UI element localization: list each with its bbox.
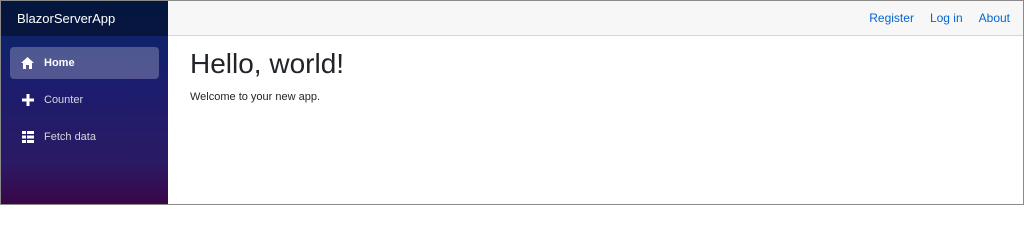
brand-bar: BlazorServerApp <box>1 1 168 36</box>
sidebar-item-counter[interactable]: Counter <box>10 84 159 116</box>
sidebar-item-fetch-data[interactable]: Fetch data <box>10 121 159 153</box>
top-row: Register Log in About <box>168 1 1023 36</box>
sidebar-nav: Home Counter Fetch data <box>1 36 168 158</box>
login-link[interactable]: Log in <box>930 11 963 25</box>
plus-icon <box>21 94 34 107</box>
welcome-text: Welcome to your new app. <box>190 91 321 103</box>
sidebar: BlazorServerApp Home Counter Fetch data <box>1 1 168 204</box>
home-icon <box>21 57 34 70</box>
content: Hello, world! Welcome to your new app. <box>168 36 1023 103</box>
register-link[interactable]: Register <box>869 11 914 25</box>
sidebar-item-label: Counter <box>44 94 84 106</box>
main-area: Register Log in About Hello, world! Welc… <box>168 1 1023 204</box>
list-icon <box>21 131 34 144</box>
sidebar-item-home[interactable]: Home <box>10 47 159 79</box>
about-link[interactable]: About <box>979 11 1010 25</box>
sidebar-item-label: Home <box>44 57 75 69</box>
app-window: BlazorServerApp Home Counter Fetch data … <box>0 0 1024 205</box>
page-title: Hello, world! <box>190 48 345 79</box>
brand-title[interactable]: BlazorServerApp <box>17 11 115 26</box>
sidebar-item-label: Fetch data <box>44 131 96 143</box>
